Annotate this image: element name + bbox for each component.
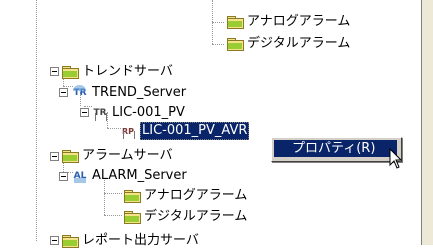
tree-line [107, 128, 121, 129]
tree-item-label: アラームサーバ [82, 148, 173, 163]
tree-line [212, 22, 224, 23]
tree-item[interactable]: TR TREND_Server [72, 82, 186, 104]
tree-line [84, 106, 92, 107]
folder-icon [227, 16, 244, 29]
tree-line [212, 44, 224, 45]
tree-item[interactable]: レポート出力サーバ [62, 230, 199, 252]
tree-item[interactable]: アナログアラーム [124, 185, 247, 207]
collapse-toggle[interactable] [50, 152, 59, 161]
vertical-scrollbar[interactable] [421, 0, 433, 245]
folder-icon [62, 66, 79, 79]
folder-icon [62, 235, 79, 248]
tree-item-label: トレンドサーバ [82, 64, 173, 79]
trend-server-icon: TR [72, 85, 88, 101]
alarm-server-icon: AL [72, 168, 88, 184]
tree-item[interactable]: アナログアラーム [227, 11, 350, 33]
folder-icon [227, 38, 244, 51]
collapse-toggle[interactable] [59, 172, 68, 181]
context-menu-item-properties[interactable]: プロパティ(R) [274, 140, 397, 157]
context-menu: プロパティ(R) [271, 137, 402, 162]
menu-item-label: プロパティ(R) [292, 140, 376, 156]
folder-icon [124, 190, 141, 203]
report-point-icon: RP [120, 123, 136, 139]
tree-item-label: TREND_Server [92, 85, 187, 100]
tree-item[interactable]: デジタルアラーム [124, 206, 247, 228]
tree-item-selected[interactable]: RP LIC-001_PV_AVR [120, 120, 250, 142]
tree-item-label: LIC-001_PV [112, 105, 185, 120]
folder-icon [124, 211, 141, 224]
tree-line [36, 0, 37, 241]
tree-view[interactable]: アナログアラーム デジタルアラーム トレンドサーバ TR TREND_Serve… [0, 0, 421, 248]
tree-item[interactable]: デジタルアラーム [227, 33, 350, 55]
collapse-toggle[interactable] [80, 108, 89, 117]
tree-item-label: アナログアラーム [247, 14, 351, 29]
tree-line [104, 193, 122, 194]
tree-item-label: アナログアラーム [144, 188, 248, 203]
collapse-toggle[interactable] [59, 88, 68, 97]
folder-icon [62, 150, 79, 163]
tree-item-label: ALARM_Server [92, 168, 187, 183]
tree-item-label: レポート出力サーバ [82, 233, 199, 248]
collapse-toggle[interactable] [50, 236, 59, 245]
tree-item-label: デジタルアラーム [247, 36, 351, 51]
tree-item-label: デジタルアラーム [144, 209, 248, 224]
mouse-pointer-icon [389, 148, 403, 169]
collapse-toggle[interactable] [50, 67, 59, 76]
tree-item[interactable]: アラームサーバ [62, 145, 172, 167]
tree-item-label: LIC-001_PV_AVR [140, 122, 250, 140]
tree-item[interactable]: トレンドサーバ [62, 61, 173, 83]
tree-line [104, 215, 122, 216]
tree-item[interactable]: AL ALARM_Server [72, 165, 187, 187]
trend-tag-icon: TR [92, 105, 108, 121]
